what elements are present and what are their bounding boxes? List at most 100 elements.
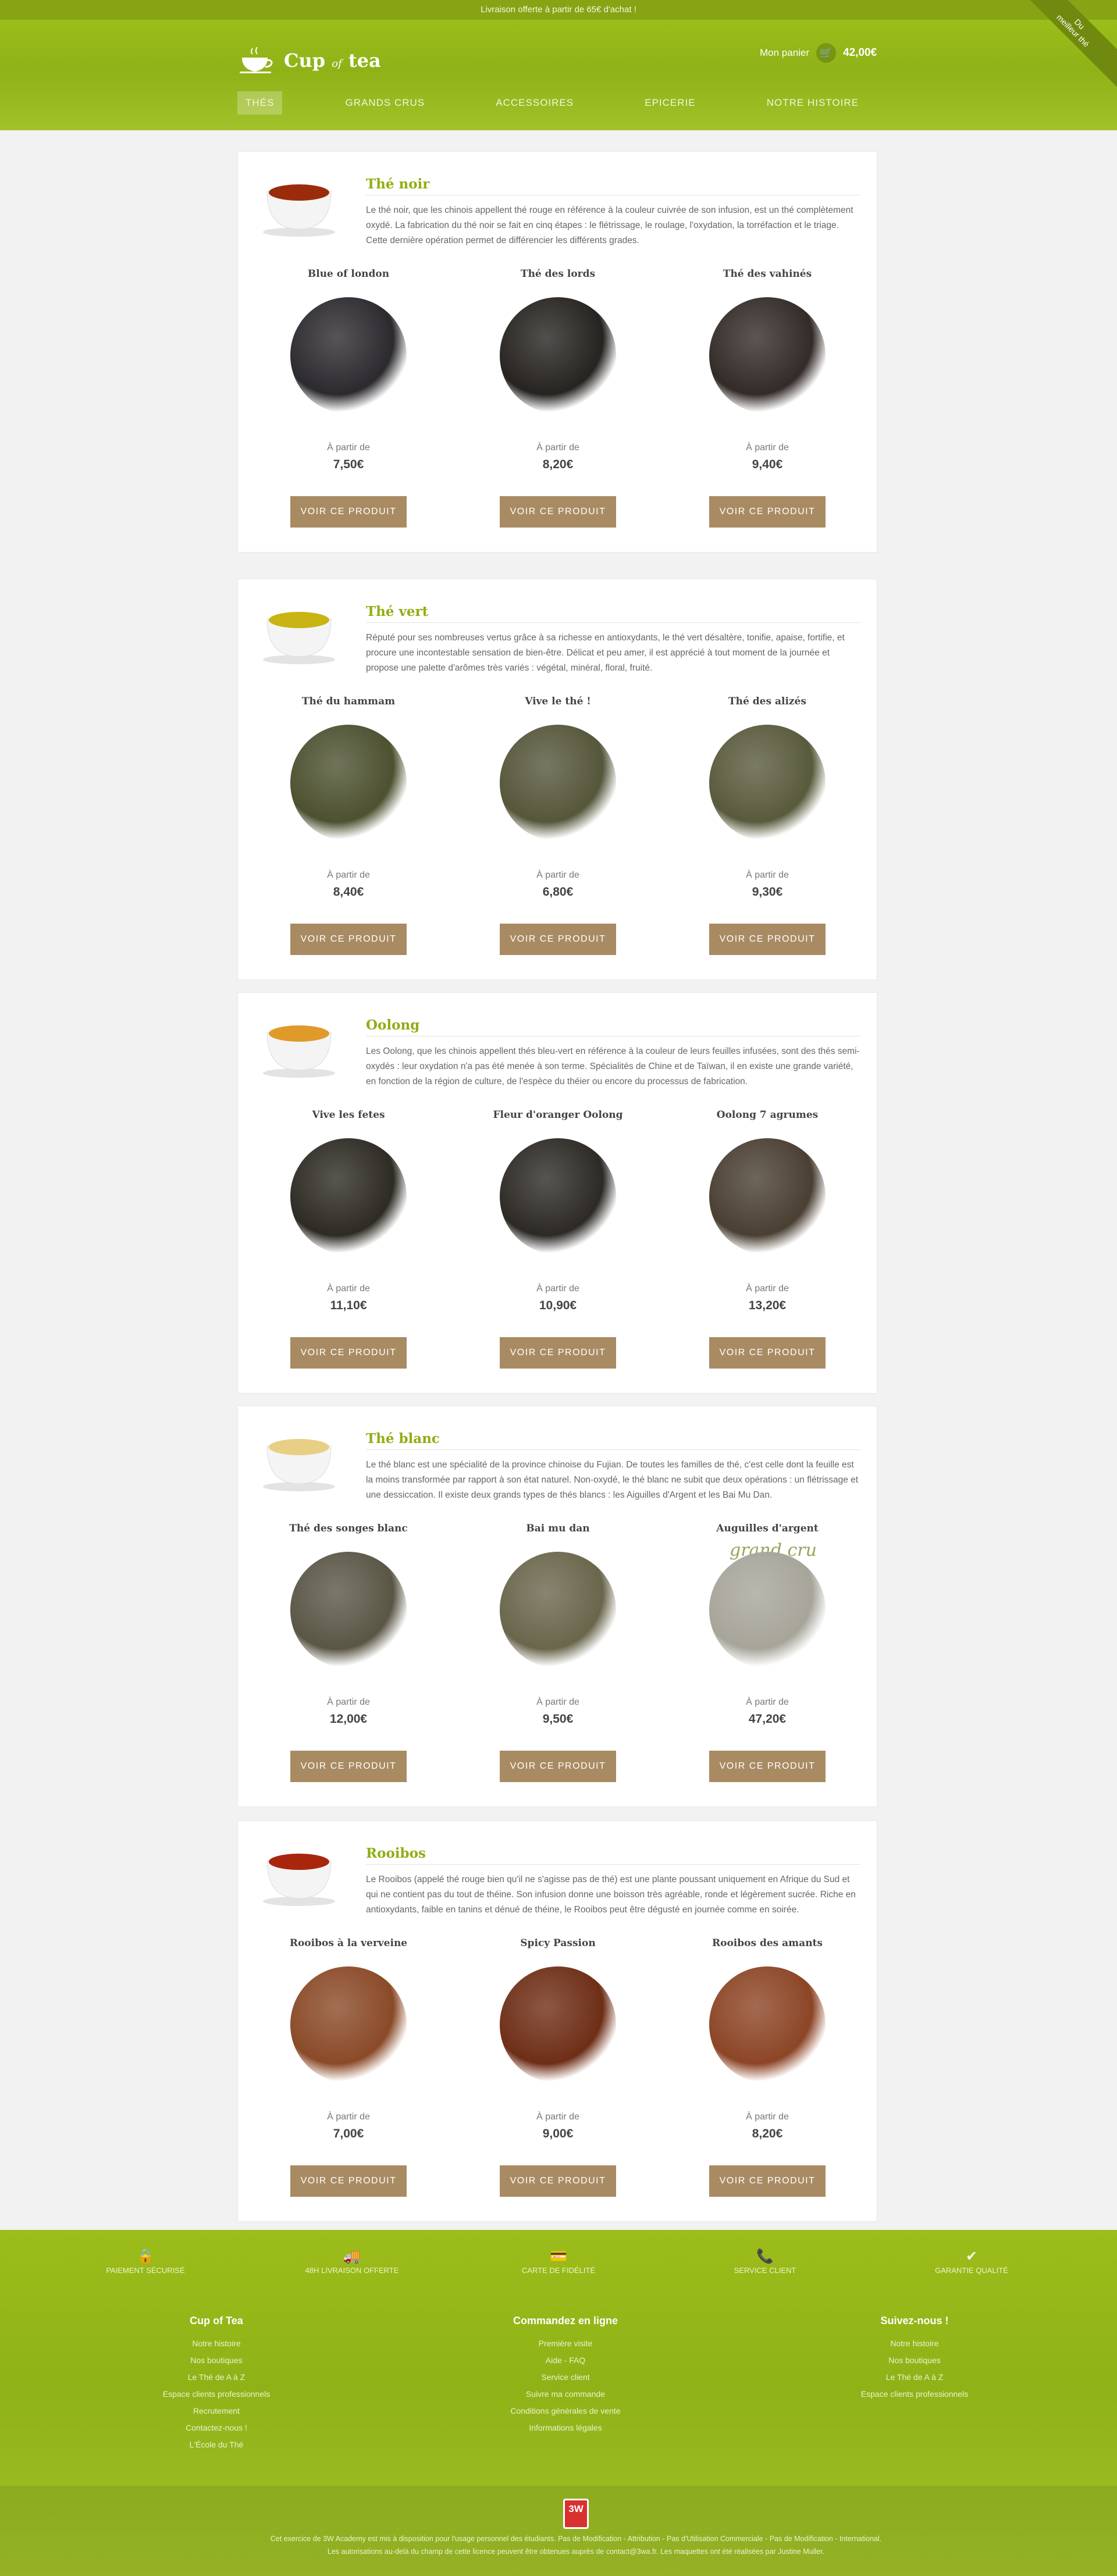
footer-link[interactable]: Aide - FAQ — [478, 2352, 653, 2369]
logo-word-of: of — [332, 58, 342, 70]
product-card: Oolong 7 agrumes À partir de 13,20€ VOIR… — [674, 1109, 860, 1377]
nav-item-epicerie[interactable]: EPICERIE — [636, 91, 703, 115]
view-product-button[interactable]: VOIR CE PRODUIT — [500, 2165, 616, 2197]
tea-leaves-image[interactable] — [290, 1138, 407, 1255]
view-product-button[interactable]: VOIR CE PRODUIT — [709, 496, 826, 528]
view-product-button[interactable]: VOIR CE PRODUIT — [290, 496, 407, 528]
footer-link[interactable]: L'École du Thé — [129, 2436, 304, 2453]
product-name: Thé du hammam — [301, 696, 396, 707]
footer-link[interactable]: Nos boutiques — [827, 2352, 1002, 2369]
view-product-button[interactable]: VOIR CE PRODUIT — [500, 496, 616, 528]
section-header: Oolong Les Oolong, que les chinois appel… — [255, 1010, 860, 1092]
services-bar: 🔒 PAIEMENT SÉCURISÉ 🚚 48H LIVRAISON OFFERTE… — [81, 2247, 1036, 2294]
footer-link[interactable]: Recrutement — [129, 2403, 304, 2420]
product-list: Rooibos à la verveine À partir de 7,00€ … — [255, 1937, 860, 2205]
footer-link[interactable]: Contactez-nous ! — [129, 2420, 304, 2436]
tea-leaves-image[interactable] — [709, 297, 826, 414]
product-name: Bai mu dan — [526, 1523, 590, 1534]
price-from-label: À partir de — [327, 870, 370, 880]
product-name: Thé des songes blanc — [289, 1523, 408, 1534]
product-card: Blue of london À partir de 7,50€ VOIR CE… — [255, 268, 442, 536]
price-from-label: À partir de — [536, 1284, 579, 1294]
logo[interactable]: Cup of tea — [230, 36, 393, 85]
tea-section-4: Rooibos Le Rooibos (appelé thé rouge bie… — [237, 1820, 877, 2222]
price-from-label: À partir de — [327, 1284, 370, 1294]
tea-leaves-image[interactable] — [709, 1552, 826, 1668]
service-label: GARANTIE QUALITÉ — [935, 2266, 1008, 2275]
logo-word-tea: tea — [348, 49, 381, 72]
view-product-button[interactable]: VOIR CE PRODUIT — [290, 2165, 407, 2197]
topbar: Livraison offerte à partir de 65€ d'acha… — [0, 0, 1117, 20]
footer-link[interactable]: Le Thé de A à Z — [129, 2369, 304, 2386]
price-from-label: À partir de — [327, 1697, 370, 1707]
price-from-label: À partir de — [746, 870, 789, 880]
product-list: Vive les fetes À partir de 11,10€ VOIR C… — [255, 1109, 860, 1377]
nav-item-thes[interactable]: THÉS — [237, 91, 283, 115]
footer-link[interactable]: Notre histoire — [129, 2335, 304, 2352]
tea-leaves-image[interactable] — [290, 297, 407, 414]
product-price: 7,00€ — [333, 2127, 364, 2140]
price-from-label: À partir de — [746, 443, 789, 453]
view-product-button[interactable]: VOIR CE PRODUIT — [290, 924, 407, 955]
3w-academy-logo: 3W — [563, 2499, 589, 2529]
product-card: Thé du hammam À partir de 8,40€ VOIR CE … — [255, 696, 442, 963]
product-price: 9,40€ — [752, 458, 783, 471]
view-product-button[interactable]: VOIR CE PRODUIT — [500, 1751, 616, 1782]
tea-leaves-image[interactable] — [709, 1138, 826, 1255]
footer-link[interactable]: Informations légales — [478, 2420, 653, 2436]
footer-link[interactable]: Service client — [478, 2369, 653, 2386]
footer-link[interactable]: Espace clients professionnels — [827, 2386, 1002, 2403]
tea-leaves-image[interactable] — [500, 1138, 616, 1255]
footer-link[interactable]: Suivre ma commande — [478, 2386, 653, 2403]
footer-column: Commandez en ligne Première visite Aide - … — [478, 2314, 653, 2463]
view-product-button[interactable]: VOIR CE PRODUIT — [500, 924, 616, 955]
product-list: Thé du hammam À partir de 8,40€ VOIR CE … — [255, 696, 860, 963]
product-card: Auguilles d'argent grand cru À partir de… — [674, 1523, 860, 1790]
tea-leaves-image[interactable] — [500, 1552, 616, 1668]
view-product-button[interactable]: VOIR CE PRODUIT — [709, 1337, 826, 1369]
footer-link[interactable]: Le Thé de A à Z — [827, 2369, 1002, 2386]
product-name: Thé des vahinés — [723, 268, 812, 280]
cart-button[interactable]: Mon panier 🛒 42,00€ — [747, 36, 881, 70]
product-price: 47,20€ — [748, 1712, 787, 1726]
footer: 🔒 PAIEMENT SÉCURISÉ 🚚 48H LIVRAISON OFFERTE… — [0, 2230, 1117, 2576]
section-description: Réputé pour ses nombreuses vertus grâce … — [366, 633, 845, 673]
tea-bowl-icon — [263, 1025, 335, 1078]
product-name: Thé des lords — [520, 268, 596, 280]
footer-link[interactable]: Première visite — [478, 2335, 653, 2352]
logo-word-cup: Cup — [284, 49, 326, 72]
cart-label: Mon panier — [760, 47, 810, 58]
tea-leaves-image[interactable] — [709, 725, 826, 841]
footer-link[interactable]: Espace clients professionnels — [129, 2386, 304, 2403]
section-header: Thé vert Réputé pour ses nombreuses vert… — [255, 597, 860, 678]
section-description: Le thé noir, que les chinois appellent t… — [366, 205, 853, 245]
view-product-button[interactable]: VOIR CE PRODUIT — [290, 1751, 407, 1782]
product-card: Thé des vahinés À partir de 9,40€ VOIR C… — [674, 268, 860, 536]
product-price: 13,20€ — [748, 1299, 787, 1312]
tea-leaves-image[interactable] — [500, 1966, 616, 2083]
tea-leaves-image[interactable] — [500, 297, 616, 414]
footer-link[interactable]: Notre histoire — [827, 2335, 1002, 2352]
nav-item-notre-histoire[interactable]: NOTRE HISTOIRE — [759, 91, 867, 115]
footer-column-title: Cup of Tea — [190, 2315, 243, 2326]
product-card: Vive le thé ! À partir de 6,80€ VOIR CE … — [465, 696, 651, 963]
tea-leaves-image[interactable] — [709, 1966, 826, 2083]
tea-leaves-image[interactable] — [290, 1552, 407, 1668]
service-label: 48H LIVRAISON OFFERTE — [305, 2266, 399, 2275]
view-product-button[interactable]: VOIR CE PRODUIT — [709, 2165, 826, 2197]
price-from-label: À partir de — [327, 443, 370, 453]
tea-leaves-image[interactable] — [500, 725, 616, 841]
footer-link[interactable]: Conditions générales de vente — [478, 2403, 653, 2420]
footer-column-title: Suivez-nous ! — [880, 2315, 949, 2326]
tea-leaves-image[interactable] — [290, 725, 407, 841]
view-product-button[interactable]: VOIR CE PRODUIT — [290, 1337, 407, 1369]
tea-leaves-image[interactable] — [290, 1966, 407, 2083]
footer-link[interactable]: Nos boutiques — [129, 2352, 304, 2369]
view-product-button[interactable]: VOIR CE PRODUIT — [500, 1337, 616, 1369]
phone-icon: 📞 — [756, 2249, 774, 2264]
nav-item-accessoires[interactable]: ACCESSOIRES — [488, 91, 582, 115]
view-product-button[interactable]: VOIR CE PRODUIT — [709, 924, 826, 955]
view-product-button[interactable]: VOIR CE PRODUIT — [709, 1751, 826, 1782]
header: Cup of tea Mon panier 🛒 42,00€ THÉS GRAN… — [0, 20, 1117, 130]
nav-item-grands-crus[interactable]: GRANDS CRUS — [337, 91, 433, 115]
